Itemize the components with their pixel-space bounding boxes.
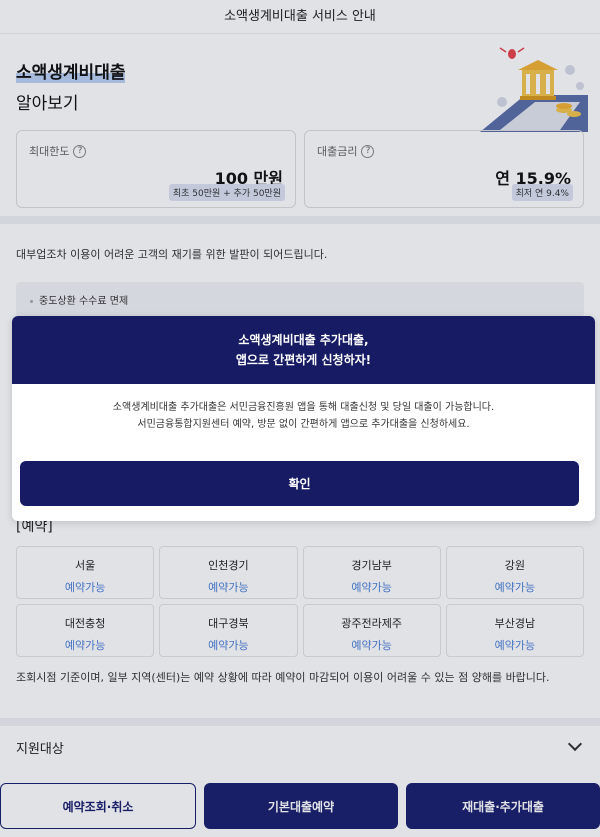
additional-loan-modal: 소액생계비대출 추가대출, 앱으로 간편하게 신청하자! 소액생계비대출 추가대… bbox=[12, 316, 595, 521]
modal-body: 소액생계비대출 추가대출은 서민금융진흥원 앱을 통해 대출신청 및 당일 대출… bbox=[12, 384, 595, 461]
modal-body-line1: 소액생계비대출 추가대출은 서민금융진흥원 앱을 통해 대출신청 및 당일 대출… bbox=[112, 402, 495, 413]
modal-title-line1: 소액생계비대출 추가대출, bbox=[238, 333, 369, 347]
modal-body-line2: 서민금융통합지원센터 예약, 방문 없이 간편하게 앱으로 추가대출을 신청하세… bbox=[137, 419, 470, 430]
modal-header: 소액생계비대출 추가대출, 앱으로 간편하게 신청하자! bbox=[12, 316, 595, 384]
modal-title-line2: 앱으로 간편하게 신청하자! bbox=[235, 353, 372, 367]
confirm-button[interactable]: 확인 bbox=[20, 461, 579, 506]
